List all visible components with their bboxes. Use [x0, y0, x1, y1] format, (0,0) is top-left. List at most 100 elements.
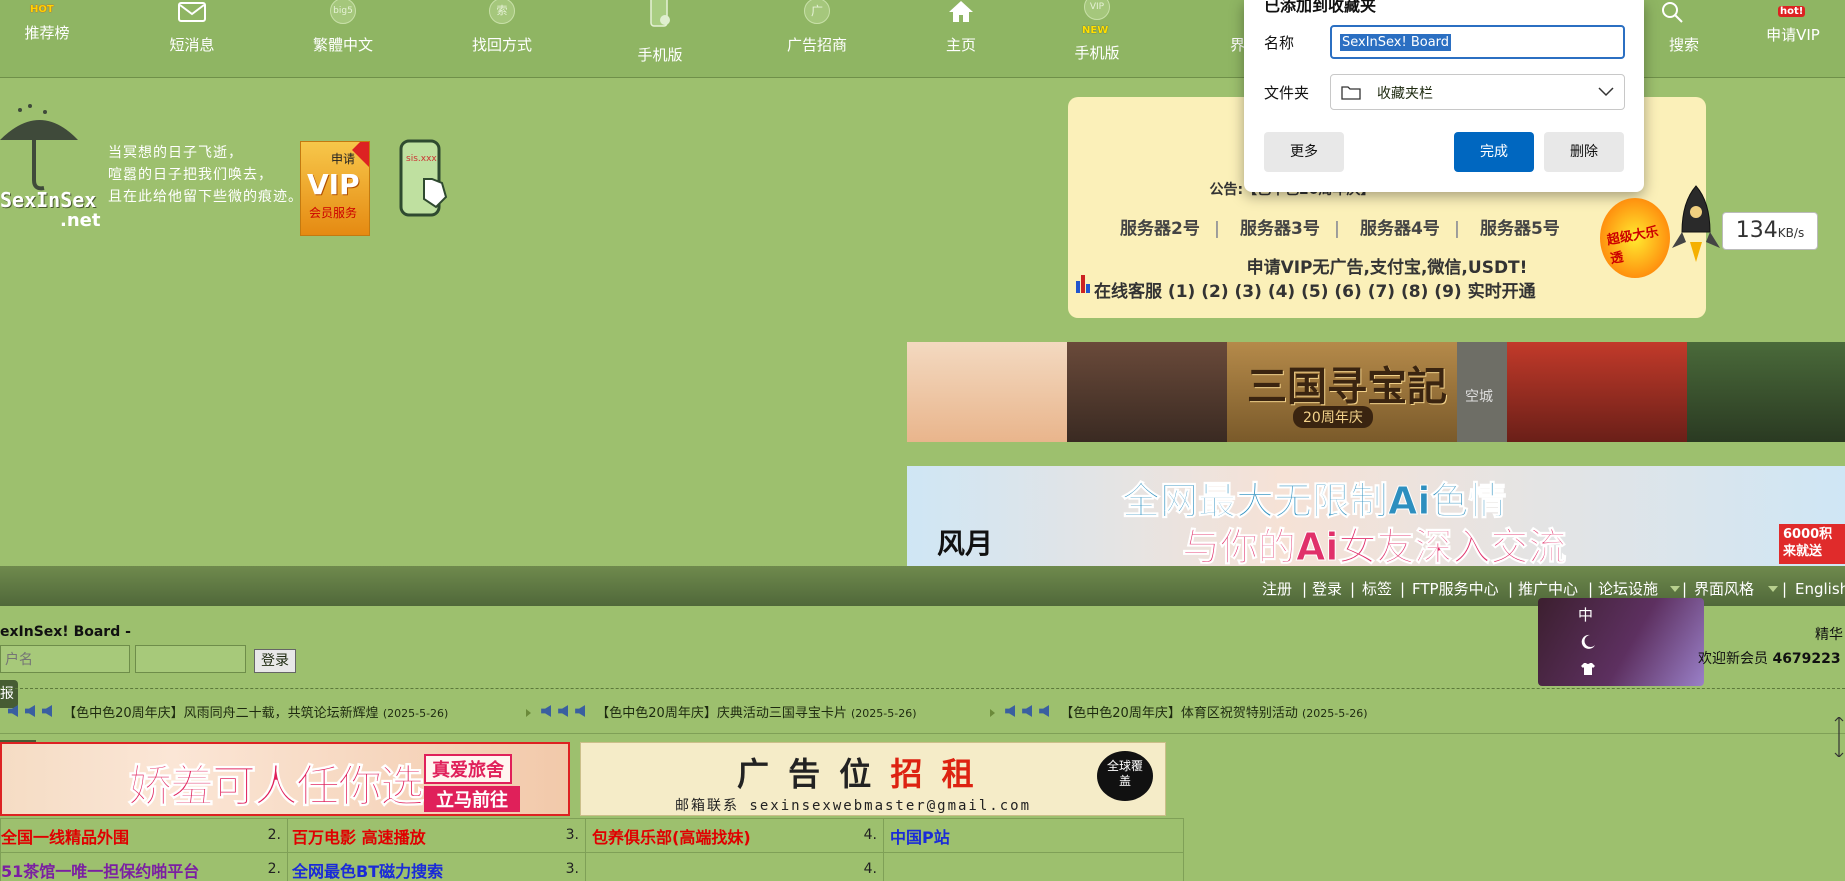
- nav-label-messages: 短消息: [169, 36, 215, 54]
- resize-handle-icon[interactable]: [1833, 717, 1845, 757]
- banner2-line2: 与你的Ai女友深入交流: [1181, 525, 1567, 567]
- service-link-7[interactable]: (7): [1368, 282, 1395, 302]
- table-cell[interactable]: 全国一线精品外围 2.: [0, 818, 288, 853]
- rocket-icon[interactable]: [1666, 182, 1726, 268]
- ad2-title: 广 告 位 招 租: [737, 749, 978, 795]
- nav-label-mobile-new: 手机版: [1074, 44, 1120, 62]
- register-link[interactable]: 注册: [1262, 566, 1292, 613]
- service-link-2[interactable]: (2): [1201, 282, 1228, 302]
- bookmark-done-button[interactable]: 完成: [1454, 132, 1534, 172]
- table-cell: [883, 852, 1184, 881]
- username-input[interactable]: [0, 645, 130, 673]
- bookmark-dialog-title: 已添加到收藏夹: [1264, 0, 1377, 15]
- welcome-new-member: 欢迎新会员 4679223: [1698, 648, 1841, 668]
- password-input[interactable]: [135, 645, 246, 673]
- site-logo[interactable]: SexInSex .net: [0, 100, 110, 231]
- bookmark-name-label: 名称: [1264, 34, 1295, 52]
- banner-character-4: [1687, 342, 1845, 442]
- banner-character-3: [1507, 342, 1687, 442]
- nav-item-mobile-new[interactable]: VIP NEW 手机版: [1042, 0, 1152, 70]
- nav-item-ads[interactable]: 广 广告招商: [762, 0, 872, 70]
- online-service: 在线客服 (1) (2) (3) (4) (5) (6) (7) (8) (9)…: [1094, 277, 1536, 302]
- ad2-title-b: 招 租: [890, 755, 978, 793]
- board-name: exInSex! Board -: [0, 624, 131, 640]
- tags-link[interactable]: 标签: [1362, 566, 1392, 613]
- ad-banner-left[interactable]: 娇羞可人任你选 真爱旅舍 立马前往: [0, 742, 570, 816]
- english-link[interactable]: English: [1795, 566, 1845, 613]
- link-text[interactable]: 百万电影 高速播放: [292, 828, 426, 847]
- ftp-center-link[interactable]: FTP服务中心: [1412, 566, 1499, 613]
- table-cell[interactable]: 51茶馆一唯一担保约啪平台 2.: [0, 852, 288, 881]
- hot-badge-icon: hot!: [1778, 6, 1806, 17]
- nav-item-home[interactable]: 主页: [906, 0, 1016, 70]
- server-link-3[interactable]: 服务器3号: [1240, 214, 1320, 239]
- ticker-date: (2025-5-26): [1301, 707, 1368, 720]
- service-link-9[interactable]: (9): [1434, 282, 1461, 302]
- link-text[interactable]: 全国一线精品外围: [1, 828, 129, 847]
- server-link-4[interactable]: 服务器4号: [1360, 214, 1440, 239]
- service-link-8[interactable]: (8): [1401, 282, 1428, 302]
- ticker-item[interactable]: 【色中色20周年庆】庆典活动三国寻宝卡片 (2025-5-26): [526, 702, 916, 721]
- shirt-icon[interactable]: [1580, 662, 1596, 676]
- new-badge: NEW: [1082, 25, 1109, 36]
- ticker-item[interactable]: 【色中色20周年庆】风雨同舟二十载，共筑论坛新辉煌 (2025-5-26): [8, 702, 448, 721]
- digest-label[interactable]: 精华: [1815, 624, 1843, 644]
- member-id[interactable]: 4679223: [1772, 651, 1840, 667]
- bookmark-name-input[interactable]: SexInSex! Board: [1330, 25, 1625, 59]
- table-cell[interactable]: 全网最色BT磁力搜索 3.: [287, 852, 586, 881]
- bookmark-folder-select[interactable]: 收藏夹栏: [1330, 74, 1625, 110]
- vip-badge-sub: 会员服务: [309, 206, 358, 220]
- banner-three-kingdoms[interactable]: 三国寻宝記 20周年庆 空城: [907, 342, 1845, 442]
- vip-badge-top: 申请: [331, 152, 356, 166]
- announcement-ticker: 【色中色20周年庆】风雨同舟二十载，共筑论坛新辉煌 (2025-5-26) 【色…: [0, 688, 1845, 757]
- link-text[interactable]: 全网最色BT磁力搜索: [292, 862, 443, 881]
- login-button[interactable]: 登录: [254, 649, 296, 673]
- speaker-icon: [558, 705, 569, 717]
- divider: |: [1782, 580, 1788, 598]
- login-link[interactable]: 登录: [1312, 566, 1342, 613]
- night-mode-widget[interactable]: 中: [1538, 598, 1704, 686]
- server-link-5[interactable]: 服务器5号: [1480, 214, 1560, 239]
- link-text[interactable]: 中国P站: [890, 828, 950, 847]
- logo-text: SexInSex: [0, 188, 97, 212]
- bookmark-delete-button[interactable]: 删除: [1544, 132, 1624, 172]
- bookmark-more-button[interactable]: 更多: [1264, 132, 1344, 172]
- vip-apply-badge[interactable]: 申请 VIP 会员服务: [300, 141, 370, 236]
- nav-item-recover[interactable]: 索 找回方式: [447, 0, 557, 70]
- link-text[interactable]: 51茶馆一唯一担保约啪平台: [1, 862, 199, 881]
- vip-icon: VIP: [1084, 0, 1110, 20]
- service-link-1[interactable]: (1): [1168, 282, 1195, 302]
- nav-item-mobile[interactable]: 手机版: [605, 0, 715, 70]
- table-cell[interactable]: 包养俱乐部(高端找妹) 4.: [585, 818, 884, 853]
- speaker-icon: [541, 705, 552, 717]
- server-link-2[interactable]: 服务器2号: [1120, 214, 1200, 239]
- service-link-6[interactable]: (6): [1334, 282, 1361, 302]
- nav-item-messages[interactable]: 短消息: [137, 0, 247, 70]
- nav-item-ranking[interactable]: HOT 推荐榜: [0, 0, 102, 70]
- ticker-date: (2025-5-26): [850, 707, 917, 720]
- moon-icon[interactable]: [1580, 634, 1596, 650]
- nav-item-traditional[interactable]: big5 繁體中文: [288, 0, 398, 70]
- speed-value: 134: [1735, 218, 1778, 243]
- language-toggle[interactable]: 中: [1578, 604, 1593, 625]
- ad-icon: 广: [804, 0, 830, 24]
- bookmark-folder-label: 文件夹: [1264, 84, 1310, 102]
- banner-ai-companion[interactable]: 风月 全网最大无限制Ai色情 与你的Ai女友深入交流 6000积 来就送: [907, 466, 1845, 566]
- vip-badge-main: VIP: [307, 168, 360, 201]
- nav-item-apply-vip[interactable]: hot! 申请VIP: [1738, 0, 1845, 70]
- service-link-3[interactable]: (3): [1235, 282, 1262, 302]
- slogan-line: 喧嚣的日子把我们唤去，: [108, 167, 273, 183]
- ticker-item[interactable]: 【色中色20周年庆】体育区祝贺特别活动 (2025-5-26): [990, 702, 1367, 721]
- lottery-ad[interactable]: 超级大乐透: [1600, 198, 1670, 278]
- service-link-4[interactable]: (4): [1268, 282, 1295, 302]
- mobile-site-icon[interactable]: sis.xxx: [398, 139, 450, 221]
- folder-icon: [1341, 86, 1361, 100]
- table-cell[interactable]: 百万电影 高速播放 3.: [287, 818, 586, 853]
- table-cell[interactable]: 中国P站: [883, 818, 1184, 853]
- banner1-tag: 空城: [1465, 389, 1493, 405]
- hot-icon: HOT: [30, 4, 54, 15]
- link-text[interactable]: 包养俱乐部(高端找妹): [592, 828, 751, 847]
- row-number: 4.: [863, 827, 877, 843]
- service-link-5[interactable]: (5): [1301, 282, 1328, 302]
- ad-space-for-rent[interactable]: 广 告 位 招 租 邮箱联系 sexinsexwebmaster@gmail.c…: [580, 742, 1166, 816]
